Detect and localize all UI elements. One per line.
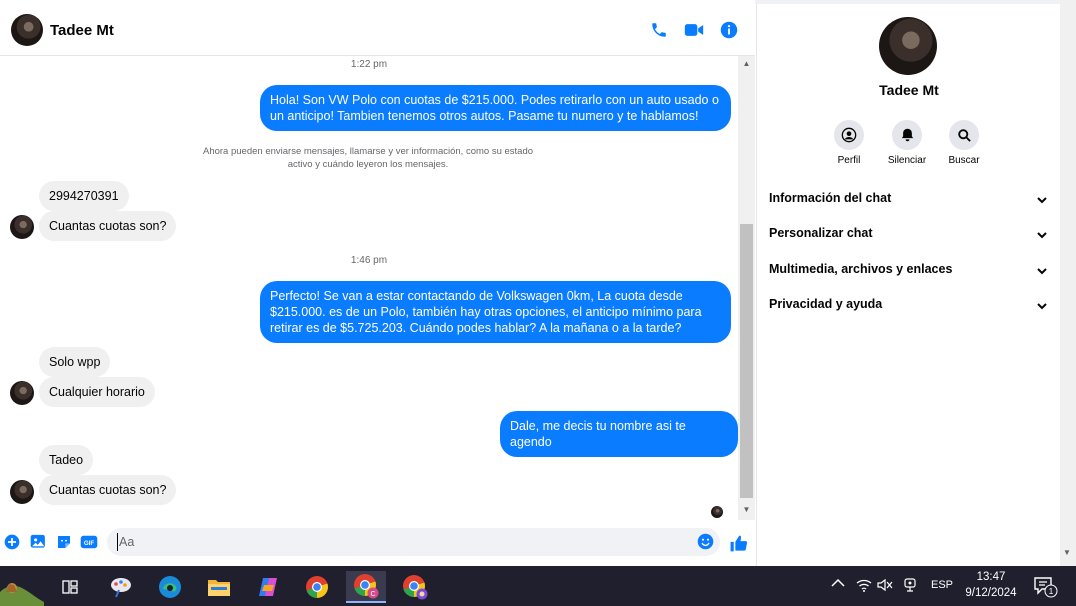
camera-privacy-icon[interactable] bbox=[903, 578, 917, 595]
clock-date: 9/12/2024 bbox=[965, 587, 1017, 599]
message-list[interactable]: 1:22 pm Hola! Son VW Polo con cuotas de … bbox=[0, 56, 738, 520]
sticker-icon[interactable] bbox=[55, 533, 73, 551]
chevron-down-icon bbox=[1037, 299, 1047, 313]
section-label: Privacidad y ayuda bbox=[769, 297, 883, 311]
contact-name[interactable]: Tadee Mt bbox=[50, 22, 114, 39]
section-label: Personalizar chat bbox=[769, 226, 873, 240]
incoming-message[interactable]: Cuantas cuotas son? bbox=[39, 211, 177, 241]
page-scrollbar[interactable]: ▼ bbox=[1060, 0, 1076, 566]
emoji-icon[interactable] bbox=[697, 533, 714, 555]
contact-profile-avatar[interactable] bbox=[879, 17, 937, 75]
section-media-files[interactable]: Multimedia, archivos y enlaces bbox=[769, 262, 1051, 282]
incoming-message[interactable]: 2994270391 bbox=[39, 181, 129, 211]
phone-icon[interactable] bbox=[648, 19, 670, 41]
clock[interactable]: 13:47 9/12/2024 bbox=[957, 569, 1025, 601]
search-action[interactable]: Buscar bbox=[934, 120, 994, 166]
section-label: Multimedia, archivos y enlaces bbox=[769, 262, 953, 276]
chevron-down-icon bbox=[1037, 228, 1047, 242]
message-scrollbar[interactable]: ▲ ▼ bbox=[738, 56, 755, 520]
bell-icon[interactable] bbox=[892, 120, 922, 150]
section-label: Información del chat bbox=[769, 191, 892, 205]
screen: Tadee Mt 1:22 pm Hola! Son VW Polo con c… bbox=[0, 0, 1076, 606]
video-call-icon[interactable] bbox=[683, 19, 705, 41]
like-icon[interactable] bbox=[728, 533, 748, 553]
gif-icon[interactable]: GIF bbox=[80, 533, 98, 551]
profile-action[interactable]: Perfil bbox=[819, 120, 879, 166]
search-label: Buscar bbox=[948, 155, 980, 166]
contact-avatar-small bbox=[10, 215, 34, 239]
notification-count: 1 bbox=[1048, 586, 1054, 596]
scroll-down-icon[interactable]: ▼ bbox=[741, 505, 752, 514]
taskbar: C ESP 13:47 9/12/2024 1 bbox=[0, 566, 1076, 606]
mute-label: Silenciar bbox=[887, 155, 927, 166]
incoming-message[interactable]: Cuantas cuotas son? bbox=[39, 475, 177, 505]
copilot-icon[interactable] bbox=[248, 571, 288, 603]
chrome-profile-2-icon[interactable] bbox=[395, 571, 435, 603]
scroll-up-icon[interactable]: ▲ bbox=[741, 59, 752, 68]
message-input[interactable] bbox=[117, 533, 687, 551]
scroll-down-icon[interactable]: ▼ bbox=[1063, 548, 1071, 557]
composer: GIF bbox=[0, 522, 755, 566]
photo-icon[interactable] bbox=[29, 533, 47, 551]
timestamp: 1:46 pm bbox=[350, 255, 388, 266]
read-receipt-avatar bbox=[711, 506, 723, 518]
chat-header: Tadee Mt bbox=[0, 4, 755, 56]
volume-muted-icon[interactable] bbox=[877, 578, 893, 595]
incoming-message[interactable]: Tadeo bbox=[39, 445, 94, 475]
task-view-icon[interactable] bbox=[50, 571, 90, 603]
language-indicator[interactable]: ESP bbox=[931, 579, 953, 591]
info-icon[interactable] bbox=[718, 19, 740, 41]
notification-center-icon[interactable]: 1 bbox=[1034, 576, 1058, 601]
svg-text:GIF: GIF bbox=[84, 540, 95, 547]
svg-text:C: C bbox=[370, 591, 375, 598]
outgoing-message[interactable]: Dale, me decis tu nombre asi te agendo bbox=[500, 411, 738, 457]
widgets-icon[interactable] bbox=[0, 572, 44, 606]
file-explorer-icon[interactable] bbox=[199, 571, 239, 603]
profile-icon[interactable] bbox=[834, 120, 864, 150]
outgoing-message[interactable]: Hola! Son VW Polo con cuotas de $215.000… bbox=[260, 85, 731, 131]
chrome-profile-c-icon[interactable]: C bbox=[346, 571, 386, 603]
section-chat-info[interactable]: Información del chat bbox=[769, 191, 1051, 211]
clock-time: 13:47 bbox=[976, 571, 1006, 583]
plus-icon[interactable] bbox=[3, 533, 21, 551]
chat-panel: Tadee Mt 1:22 pm Hola! Son VW Polo con c… bbox=[0, 0, 755, 566]
contact-avatar[interactable] bbox=[11, 14, 43, 46]
paint-app-icon[interactable] bbox=[101, 571, 141, 603]
wifi-icon[interactable] bbox=[856, 578, 872, 595]
show-hidden-icons-icon[interactable] bbox=[831, 578, 845, 591]
section-customize-chat[interactable]: Personalizar chat bbox=[769, 226, 1051, 246]
section-privacy-help[interactable]: Privacidad y ayuda bbox=[769, 297, 1051, 317]
edge-browser-icon[interactable] bbox=[150, 571, 190, 603]
search-icon[interactable] bbox=[949, 120, 979, 150]
scrollbar-thumb[interactable] bbox=[740, 224, 753, 498]
incoming-message[interactable]: Solo wpp bbox=[39, 347, 111, 377]
contact-avatar-small bbox=[10, 381, 34, 405]
profile-label: Perfil bbox=[837, 155, 861, 166]
incoming-message[interactable]: Cualquier horario bbox=[39, 377, 155, 407]
timestamp: 1:22 pm bbox=[350, 59, 388, 70]
chat-details-panel: Tadee Mt Perfil Silenciar Buscar Informa… bbox=[756, 4, 1060, 566]
outgoing-message[interactable]: Perfecto! Se van a estar contactando de … bbox=[260, 281, 731, 343]
profile-name: Tadee Mt bbox=[879, 82, 939, 98]
chrome-icon[interactable] bbox=[297, 571, 337, 603]
system-note: Ahora pueden enviarse mensajes, llamarse… bbox=[202, 146, 534, 170]
contact-avatar-small bbox=[10, 480, 34, 504]
chevron-down-icon bbox=[1037, 264, 1047, 278]
message-input-box[interactable] bbox=[107, 528, 720, 556]
mute-action[interactable]: Silenciar bbox=[877, 120, 937, 166]
chevron-down-icon bbox=[1037, 193, 1047, 207]
